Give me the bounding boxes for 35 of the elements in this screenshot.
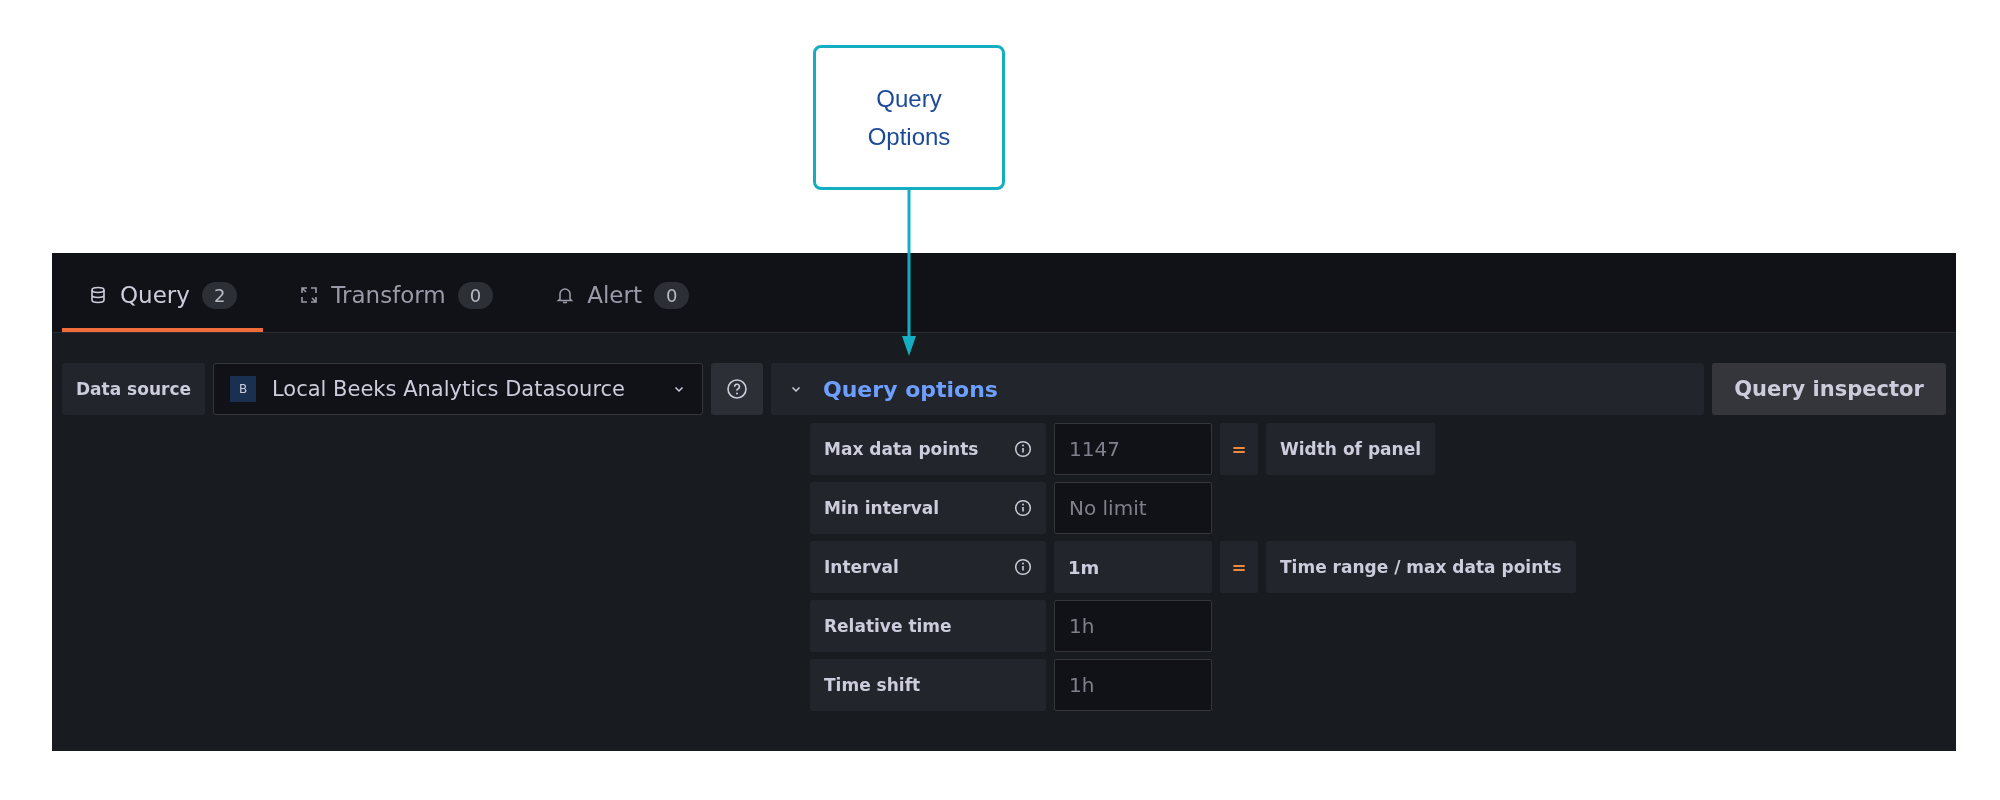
option-input-field[interactable]: 1147 <box>1054 423 1212 475</box>
option-note: Width of panel <box>1266 423 1435 475</box>
option-value: 1m <box>1054 541 1212 593</box>
option-input-field[interactable]: No limit <box>1054 482 1212 534</box>
annotation-callout: Query Options <box>813 45 1005 190</box>
help-button[interactable] <box>711 363 763 415</box>
arrows-icon <box>299 285 320 305</box>
query-options-header[interactable]: Query options <box>771 363 1704 415</box>
count-badge: 0 <box>653 281 690 309</box>
equals-sign: = <box>1220 423 1258 475</box>
data-source-label: Data source <box>62 363 205 415</box>
option-input-field[interactable]: 1h <box>1054 600 1212 652</box>
option-label-text: Time shift <box>824 675 921 695</box>
bell-icon <box>555 285 576 305</box>
info-icon <box>1014 440 1032 458</box>
datasource-logo-icon: B <box>230 376 256 402</box>
query-inspector-button[interactable]: Query inspector <box>1712 363 1946 415</box>
count-badge: 0 <box>457 281 494 309</box>
option-label-text: Relative time <box>824 616 952 636</box>
option-label-text: Max data points <box>824 439 979 459</box>
database-icon <box>88 285 108 305</box>
help-icon <box>726 378 748 400</box>
tab[interactable]: Alert 0 <box>529 276 716 332</box>
option-label-text: Min interval <box>824 498 940 518</box>
tab[interactable]: Query 2 <box>62 276 264 332</box>
query-options-title: Query options <box>823 376 998 402</box>
data-source-select[interactable]: B Local Beeks Analytics Datasource <box>213 363 703 415</box>
tab[interactable]: Transform 0 <box>273 276 520 332</box>
equals-sign: = <box>1220 541 1258 593</box>
count-badge: 2 <box>201 281 238 309</box>
info-icon <box>1014 499 1032 517</box>
option-input-field[interactable]: 1h <box>1054 659 1212 711</box>
option-label-text: Interval <box>824 557 899 577</box>
option-note: Time range / max data points <box>1266 541 1576 593</box>
info-icon <box>1014 558 1032 576</box>
